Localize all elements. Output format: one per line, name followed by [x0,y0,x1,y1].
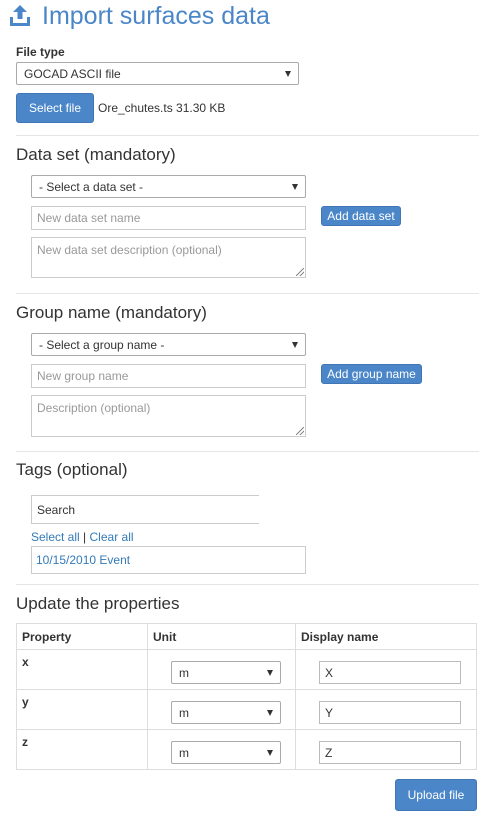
unit-value: m [179,745,189,760]
properties-heading: Update the properties [16,594,180,613]
column-header-unit: Unit [147,623,296,650]
divider [16,293,479,294]
group-heading: Group name (mandatory) [16,303,207,322]
display-name-input[interactable]: Z [319,741,461,764]
group-name-input[interactable]: New group name [31,364,306,388]
property-cell: y [16,689,148,730]
tags-selection-links: Select all | Clear all [31,530,134,544]
display-name-input[interactable]: Y [319,701,461,724]
file-info: Ore_chutes.ts 31.30 KB [98,101,226,115]
select-all-link[interactable]: Select all [31,530,80,544]
chevron-down-icon [292,341,298,348]
page-title: Import surfaces data [42,2,270,30]
tags-heading: Tags (optional) [16,460,128,479]
unit-value: m [179,705,189,720]
dataset-name-input[interactable]: New data set name [31,206,306,230]
table-header-row: Property Unit Display name [16,623,477,650]
divider [16,135,479,136]
tag-item[interactable]: 10/15/2010 Event [36,553,130,567]
add-group-button[interactable]: Add group name [321,364,422,384]
column-header-display-name: Display name [295,623,477,650]
unit-cell: m [147,649,296,690]
file-type-select[interactable]: GOCAD ASCII file [16,62,299,85]
tags-search-input[interactable]: Search [31,495,259,524]
unit-cell: m [147,689,296,730]
divider [16,451,479,452]
select-file-button[interactable]: Select file [16,93,94,123]
resize-handle-icon[interactable] [296,427,304,435]
table-row: x m X [16,649,477,690]
property-cell: z [16,729,148,770]
table-row: y m Y [16,689,477,730]
unit-value: m [179,665,189,680]
properties-table: Property Unit Display name x m X y m Y z… [16,623,477,770]
unit-select[interactable]: m [171,701,281,724]
chevron-down-icon [267,669,273,676]
dataset-name-placeholder: New data set name [37,211,141,225]
display-name-cell: X [295,649,477,690]
chevron-down-icon [267,749,273,756]
tags-list: 10/15/2010 Event [31,546,306,574]
file-type-label: File type [16,45,65,59]
chevron-down-icon [267,709,273,716]
group-description-textarea[interactable]: Description (optional) [31,395,306,437]
property-cell: x [16,649,148,690]
divider [16,584,479,585]
column-header-property: Property [16,623,148,650]
add-dataset-button[interactable]: Add data set [321,206,401,226]
clear-all-link[interactable]: Clear all [90,530,134,544]
unit-select[interactable]: m [171,741,281,764]
display-name-cell: Y [295,689,477,730]
chevron-down-icon [285,70,291,77]
resize-handle-icon[interactable] [296,268,304,276]
group-name-placeholder: New group name [37,369,129,383]
unit-cell: m [147,729,296,770]
group-select-value: - Select a group name - [39,337,165,352]
group-select[interactable]: - Select a group name - [31,333,306,356]
unit-select[interactable]: m [171,661,281,684]
table-row: z m Z [16,729,477,770]
upload-icon [10,5,30,26]
dataset-description-textarea[interactable]: New data set description (optional) [31,237,306,278]
display-name-cell: Z [295,729,477,770]
link-separator: | [83,530,87,544]
chevron-down-icon [292,183,298,190]
upload-file-button[interactable]: Upload file [395,779,477,811]
dataset-select[interactable]: - Select a data set - [31,175,306,198]
display-name-input[interactable]: X [319,661,461,684]
file-type-value: GOCAD ASCII file [24,66,121,81]
group-description-placeholder: Description (optional) [37,401,151,415]
dataset-heading: Data set (mandatory) [16,145,176,164]
dataset-description-placeholder: New data set description (optional) [37,243,222,257]
tags-search-placeholder: Search [37,502,76,517]
dataset-select-value: - Select a data set - [39,179,144,194]
